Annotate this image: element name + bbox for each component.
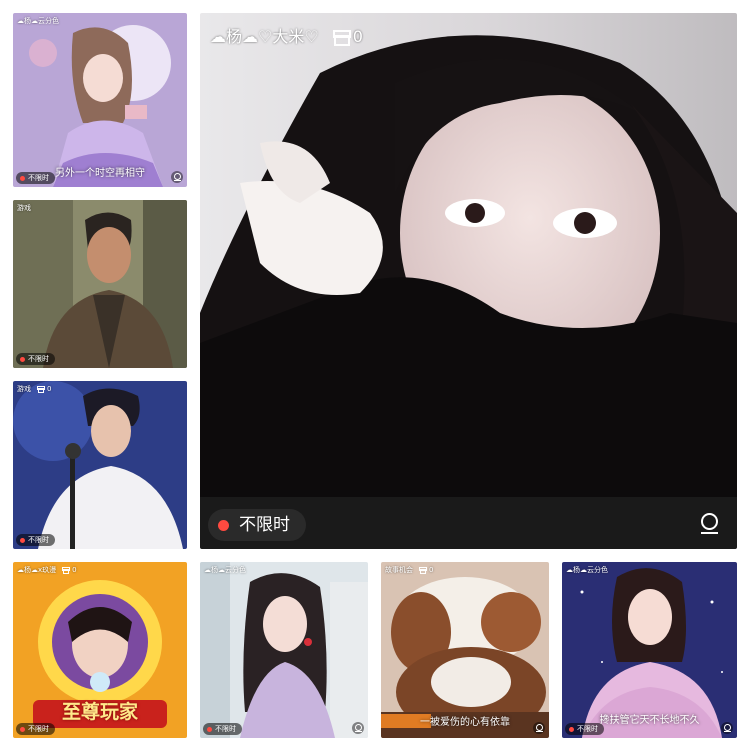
gift-count: 0 [62, 565, 77, 575]
stream-tile[interactable]: 游戏 不限时 [13, 200, 187, 368]
unlimited-time-badge: 不限时 [565, 723, 604, 735]
vip-banner: 至尊玩家 [61, 701, 138, 723]
unlimited-time-badge: 不限时 [203, 723, 242, 735]
live-dot-icon [207, 726, 212, 732]
stream-tile[interactable]: ☁杨☁云分色 另外一个时空再相守 不限时 [13, 13, 187, 187]
gift-icon [37, 385, 45, 393]
stream-tile[interactable]: ☁杨☁x玖漫 0 至尊玩家 不限时 [13, 562, 187, 738]
webcam-icon[interactable] [352, 722, 364, 734]
gift-count: 0 [332, 27, 363, 47]
main-stream-header: ☁杨☁♡大米♡ 0 [210, 27, 363, 47]
unlimited-time-badge[interactable]: 不限时 [208, 509, 306, 541]
tile-header: ☁杨☁云分色 [17, 16, 59, 26]
webcam-icon[interactable] [721, 722, 733, 734]
streamer-name: ☁杨☁云分色 [566, 566, 608, 574]
stream-thumbnail [13, 200, 187, 368]
unlimited-time-badge: 不限时 [16, 172, 55, 184]
tile-header: ☁杨☁云分色 [566, 565, 608, 575]
stream-tile[interactable]: 游戏 0 不限时 [13, 381, 187, 549]
live-dot-icon [218, 519, 229, 531]
gift-count: 0 [419, 565, 433, 575]
live-dot-icon [20, 356, 25, 362]
streamer-name: 游戏 [17, 204, 31, 212]
tile-header: ☁杨☁x玖漫 0 [17, 565, 77, 575]
streamer-name: ☁杨☁云分色 [17, 17, 59, 25]
stream-tile[interactable]: ☁杨☁云分色 搀扶管它天不长地不久 不限时 [562, 562, 737, 738]
webcam-icon[interactable] [171, 171, 183, 183]
streamer-name: ☁杨☁♡大米♡ [210, 27, 319, 46]
unlimited-time-badge: 不限时 [16, 353, 55, 365]
unlimited-time-badge: 不限时 [16, 723, 55, 735]
stream-thumbnail [200, 562, 368, 738]
stream-tile[interactable]: ☁杨☁云分色 不限时 [200, 562, 368, 738]
live-dot-icon [20, 537, 25, 543]
streamer-name: ☁杨☁x玖漫 [17, 566, 57, 574]
gift-icon [419, 566, 427, 574]
gift-icon [332, 28, 351, 46]
gift-count: 0 [37, 384, 51, 394]
unlimited-time-badge: 不限时 [16, 534, 55, 546]
tile-header: ☁杨☁云分色 [204, 565, 246, 575]
live-dot-icon [20, 726, 25, 732]
main-stream-photo [200, 13, 737, 549]
streamer-name: ☁杨☁云分色 [204, 566, 246, 574]
streamer-name: 游戏 [17, 385, 31, 393]
stream-caption: 一被爱伤的心有依靠 [420, 717, 510, 728]
live-dot-icon [20, 175, 25, 181]
live-dot-icon [569, 726, 574, 732]
stream-tile[interactable]: 故事机会 0 一被爱伤的心有依靠 [381, 562, 549, 738]
webcam-icon[interactable] [695, 509, 723, 537]
tile-header: 游戏 [17, 203, 31, 213]
webcam-icon[interactable] [533, 722, 545, 734]
stream-thumbnail [13, 381, 187, 549]
stream-thumbnail [381, 562, 549, 738]
tile-header: 故事机会 0 [385, 565, 433, 575]
stream-thumbnail [13, 13, 187, 187]
tile-header: 游戏 0 [17, 384, 51, 394]
main-stream-tile[interactable]: ☁杨☁♡大米♡ 0 不限时 [200, 13, 737, 549]
streamer-name: 故事机会 [385, 566, 413, 574]
gift-icon [62, 566, 71, 574]
